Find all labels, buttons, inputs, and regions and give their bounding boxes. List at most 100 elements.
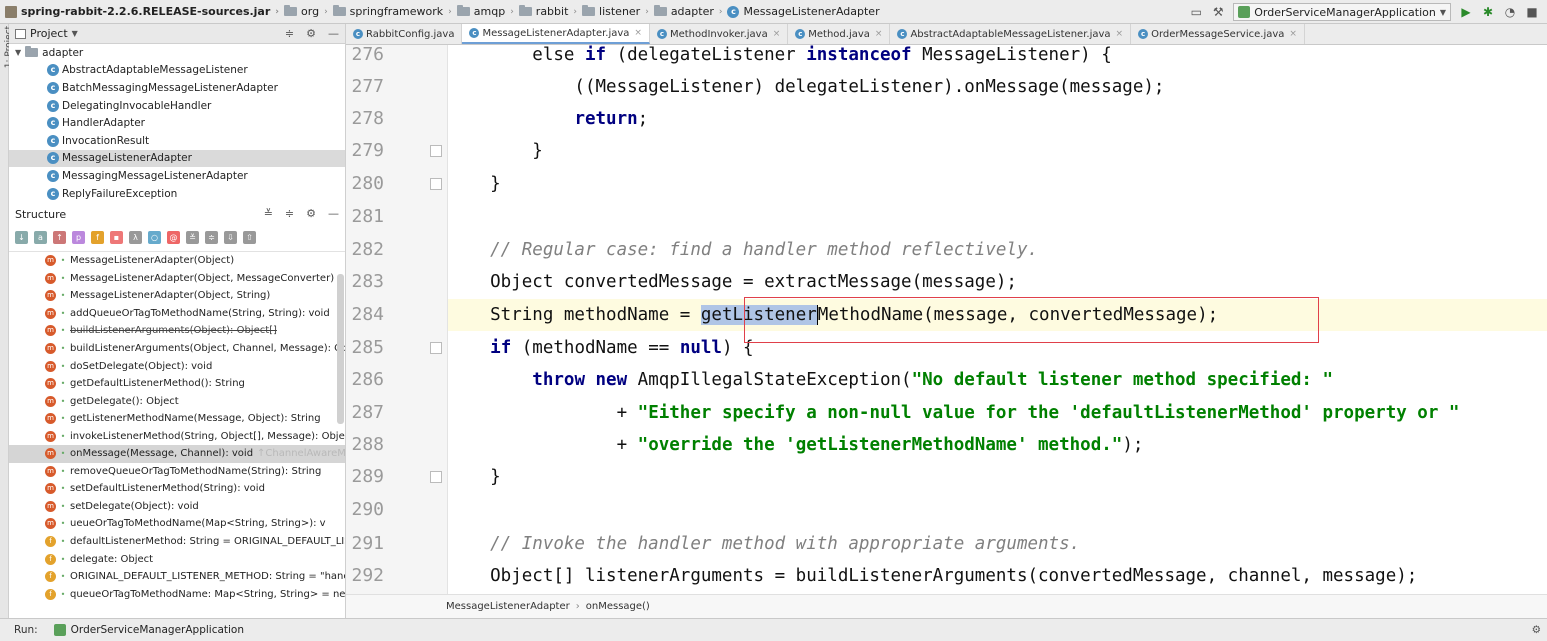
editor-tab[interactable]: MessageListenerAdapter.java× [462, 24, 650, 44]
structure-method-item[interactable]: •getListenerMethodName(Message, Object):… [9, 410, 345, 428]
coverage-icon[interactable]: ◔ [1503, 5, 1517, 19]
run-label: Run: [14, 624, 38, 636]
close-icon[interactable]: × [1116, 29, 1124, 39]
spring-boot-icon [1238, 6, 1251, 18]
show-properties-icon[interactable]: p [72, 231, 85, 244]
show-non-public-icon[interactable]: ▪ [110, 231, 123, 244]
code-line-286: throw new AmqpIllegalStateException("No … [532, 370, 1334, 390]
autoscroll-from-source-icon[interactable]: ⇧ [243, 231, 256, 244]
window-icon[interactable]: ▭ [1189, 5, 1203, 19]
project-tree-item[interactable]: DelegatingInvocableHandler [9, 97, 345, 115]
visibility-icon: • [60, 291, 66, 301]
minimize-icon[interactable]: — [328, 27, 339, 40]
navigation-bar: spring-rabbit-2.2.6.RELEASE-sources.jar ›… [0, 0, 1547, 24]
structure-method-item[interactable]: •doSetDelegate(Object): void [9, 357, 345, 375]
breadcrumb-adapter[interactable]: adapter › [649, 0, 722, 24]
show-anonymous-icon[interactable]: ○ [148, 231, 161, 244]
project-tree-item[interactable]: HandlerAdapter [9, 114, 345, 132]
structure-method-item[interactable]: •setDefaultListenerMethod(String): void [9, 480, 345, 498]
class-icon [469, 28, 480, 38]
code-line-287: + "Either specify a non-null value for t… [448, 403, 1460, 423]
structure-method-item[interactable]: •invokeListenerMethod(String, Object[], … [9, 427, 345, 445]
editor-tab[interactable]: AbstractAdaptableMessageListener.java× [890, 24, 1132, 44]
show-inherited-icon[interactable]: ↑ [53, 231, 66, 244]
editor-breadcrumb-method[interactable]: onMessage() [586, 601, 650, 612]
structure-field-item[interactable]: •ORIGINAL_DEFAULT_LISTENER_METHOD: Strin… [9, 568, 345, 586]
editor-tab[interactable]: Method.java× [788, 24, 891, 44]
show-lambdas-icon[interactable]: λ [129, 231, 142, 244]
expand-all-icon[interactable]: ≚ [264, 207, 273, 220]
gear-icon[interactable]: ⚙ [1532, 624, 1541, 636]
structure-field-item[interactable]: •delegate: Object [9, 550, 345, 568]
gear-icon[interactable]: ⚙ [306, 207, 316, 220]
stop-icon[interactable]: ■ [1525, 5, 1539, 19]
close-icon[interactable]: × [1289, 29, 1297, 39]
fold-marker-icon[interactable] [430, 145, 442, 157]
structure-method-item[interactable]: •buildListenerArguments(Object): Object[… [9, 322, 345, 340]
editor-tab[interactable]: RabbitConfig.java [346, 24, 463, 44]
chevron-down-icon[interactable]: ▼ [72, 29, 78, 38]
run-configuration-select[interactable]: OrderServiceManagerApplication ▼ [1233, 3, 1451, 21]
show-fields-icon[interactable]: f [91, 231, 104, 244]
structure-method-item[interactable]: •buildListenerArguments(Object, Channel,… [9, 340, 345, 358]
close-icon[interactable]: × [634, 28, 642, 38]
visibility-icon: • [60, 449, 66, 459]
minimize-icon[interactable]: — [328, 207, 339, 220]
sort-visibility-icon[interactable]: ↓ [15, 231, 28, 244]
structure-field-item[interactable]: •queueOrTagToMethodName: Map<String, Str… [9, 585, 345, 603]
code-line-278: return; [574, 109, 649, 129]
hammer-icon[interactable]: ⚒ [1211, 5, 1225, 19]
debug-icon[interactable]: ✱ [1481, 5, 1495, 19]
collapse-all-icon[interactable]: ≑ [285, 27, 294, 40]
close-icon[interactable]: × [875, 29, 883, 39]
run-tab[interactable]: OrderServiceManagerApplication [53, 624, 244, 636]
fold-marker-icon[interactable] [430, 471, 442, 483]
project-tree-item[interactable]: MessagingMessageListenerAdapter [9, 167, 345, 185]
project-tree-item[interactable]: AbstractAdaptableMessageListener [9, 62, 345, 80]
structure-method-item[interactable]: •getDelegate(): Object [9, 392, 345, 410]
visibility-icon: • [60, 572, 66, 582]
autoscroll-to-source-icon[interactable]: ⇩ [224, 231, 237, 244]
gear-icon[interactable]: ⚙ [306, 27, 316, 40]
structure-method-item[interactable]: •ueueOrTagToMethodName(Map<String, Strin… [9, 515, 345, 533]
breadcrumb-listener[interactable]: listener › [577, 0, 649, 24]
breadcrumb-amqp[interactable]: amqp › [452, 0, 514, 24]
sort-alpha-icon[interactable]: a [34, 231, 47, 244]
project-tree-item[interactable]: BatchMessagingMessageListenerAdapter [9, 79, 345, 97]
breadcrumb-springframework[interactable]: springframework › [328, 0, 452, 24]
fold-marker-icon[interactable] [430, 178, 442, 190]
project-tree-item[interactable]: InvocationResult [9, 132, 345, 150]
visibility-icon: • [60, 256, 66, 266]
expand-all-icon[interactable]: ≚ [186, 231, 199, 244]
structure-method-item[interactable]: •MessageListenerAdapter(Object) [9, 252, 345, 270]
close-icon[interactable]: × [773, 29, 781, 39]
structure-method-item[interactable]: •getDefaultListenerMethod(): String [9, 375, 345, 393]
fold-marker-icon[interactable] [430, 342, 442, 354]
editor-tab[interactable]: OrderMessageService.java× [1131, 24, 1305, 44]
structure-method-item[interactable]: •removeQueueOrTagToMethodName(String): S… [9, 463, 345, 481]
structure-method-item[interactable]: •MessageListenerAdapter(Object, String) [9, 287, 345, 305]
breadcrumb-org[interactable]: org › [279, 0, 328, 24]
tree-root-adapter[interactable]: ▼ adapter [9, 44, 345, 62]
collapse-all-icon[interactable]: ≑ [285, 207, 294, 220]
breadcrumb-jar[interactable]: spring-rabbit-2.2.6.RELEASE-sources.jar › [0, 0, 279, 24]
structure-method-item[interactable]: •setDelegate(Object): void [9, 498, 345, 516]
project-panel-title[interactable]: Project [30, 27, 68, 40]
structure-scrollbar[interactable] [337, 274, 344, 424]
left-tool-stripe: 1: Project [0, 24, 14, 620]
project-tree-item[interactable]: ReplyFailureException [9, 185, 345, 203]
breadcrumb-rabbit[interactable]: rabbit › [514, 0, 577, 24]
run-icon[interactable]: ▶ [1459, 5, 1473, 19]
editor-breadcrumb-class[interactable]: MessageListenerAdapter [446, 601, 570, 612]
structure-field-item[interactable]: •defaultListenerMethod: String = ORIGINA… [9, 533, 345, 551]
expand-arrow-icon[interactable]: ▼ [15, 48, 21, 57]
show-annotations-icon[interactable]: @ [167, 231, 180, 244]
project-tree-item[interactable]: MessageListenerAdapter [9, 149, 345, 168]
structure-method-item[interactable]: •MessageListenerAdapter(Object, MessageC… [9, 270, 345, 288]
folder-icon [332, 5, 346, 16]
editor-tab[interactable]: MethodInvoker.java× [650, 24, 789, 44]
structure-method-item[interactable]: •addQueueOrTagToMethodName(String, Strin… [9, 305, 345, 323]
collapse-all-icon[interactable]: ≑ [205, 231, 218, 244]
breadcrumb-class[interactable]: MessageListenerAdapter [722, 0, 880, 24]
structure-method-item[interactable]: •onMessage(Message, Channel): void↑Chann… [9, 445, 345, 463]
